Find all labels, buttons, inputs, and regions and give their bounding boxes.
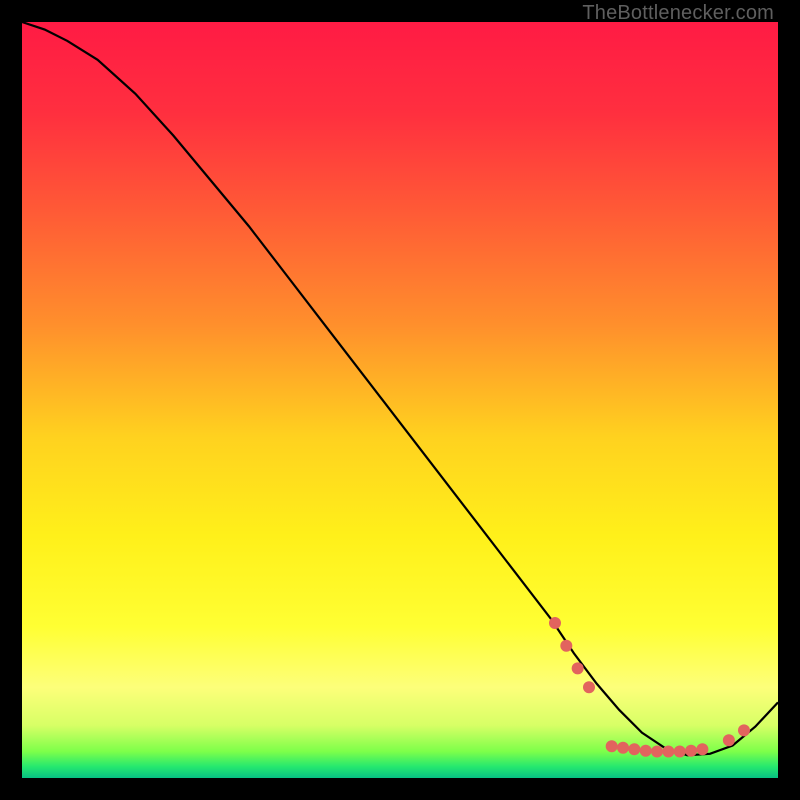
data-marker [696, 743, 708, 755]
data-marker [549, 617, 561, 629]
data-marker [685, 745, 697, 757]
data-marker [640, 745, 652, 757]
data-marker [617, 742, 629, 754]
data-marker [674, 746, 686, 758]
data-marker [738, 724, 750, 736]
chart-frame [22, 22, 778, 778]
data-marker [628, 743, 640, 755]
data-marker [560, 640, 572, 652]
data-marker [583, 681, 595, 693]
data-marker [606, 740, 618, 752]
data-marker [572, 662, 584, 674]
data-marker [723, 734, 735, 746]
chart-svg [22, 22, 778, 778]
data-marker [651, 746, 663, 758]
data-marker [662, 746, 674, 758]
chart-background [22, 22, 778, 778]
